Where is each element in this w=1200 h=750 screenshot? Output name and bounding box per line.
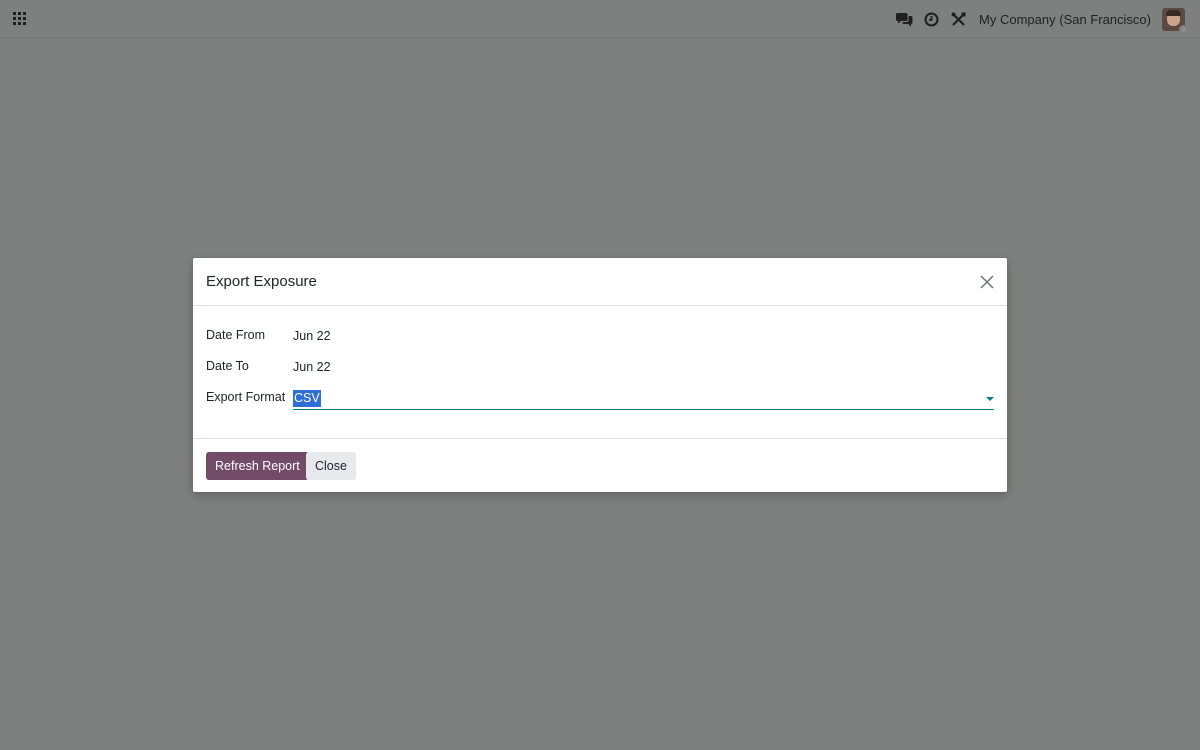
date-to-value[interactable]: Jun 22	[293, 360, 331, 374]
export-format-label: Export Format	[206, 390, 286, 404]
date-from-value[interactable]: Jun 22	[293, 329, 331, 343]
export-exposure-dialog: Export Exposure Date From Jun 22 Date To…	[193, 258, 1007, 492]
date-to-label: Date To	[206, 359, 249, 373]
close-button[interactable]: Close	[306, 452, 356, 480]
navbar-systray: My Company (San Francisco)	[895, 0, 1188, 38]
apps-grid-icon[interactable]	[13, 12, 26, 25]
refresh-report-button[interactable]: Refresh Report	[206, 452, 309, 480]
date-from-label: Date From	[206, 328, 266, 342]
dialog-title: Export Exposure	[206, 273, 317, 290]
export-format-select[interactable]: CSV	[293, 388, 994, 410]
dialog-footer: Refresh Report Close	[193, 439, 1007, 491]
tools-icon[interactable]	[949, 10, 967, 28]
field-date-to: Date To Jun 22	[206, 359, 994, 379]
close-icon[interactable]	[979, 274, 995, 290]
export-format-selected-value: CSV	[293, 390, 321, 407]
avatar-hair	[1166, 9, 1181, 16]
dialog-header: Export Exposure	[193, 258, 1007, 306]
presence-status-icon	[1179, 24, 1188, 34]
dialog-body: Date From Jun 22 Date To Jun 22 Export F…	[193, 306, 1007, 439]
clock-icon[interactable]	[922, 10, 940, 28]
user-avatar[interactable]	[1162, 7, 1188, 34]
field-export-format: Export Format CSV	[206, 390, 994, 410]
top-navbar: My Company (San Francisco)	[0, 0, 1200, 38]
field-date-from: Date From Jun 22	[206, 328, 994, 348]
caret-down-icon[interactable]	[986, 397, 994, 401]
chat-icon[interactable]	[895, 10, 913, 28]
company-switcher[interactable]: My Company (San Francisco)	[979, 12, 1151, 27]
